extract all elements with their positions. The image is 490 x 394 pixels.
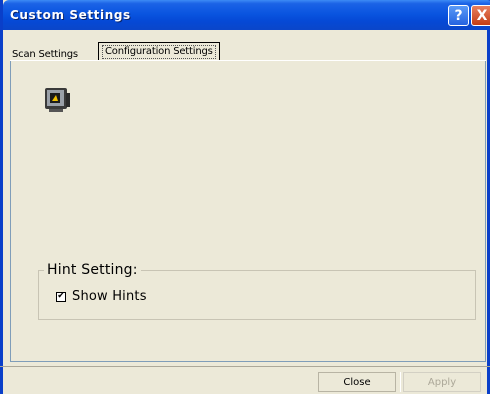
show-hints-checkbox[interactable]: ✔ [56,291,66,302]
tab-configuration-settings-label: Configuration Settings [102,44,216,59]
tab-strip: Scan Settings Configuration Settings [10,40,486,60]
footer-separator [0,366,490,367]
show-hints-label[interactable]: Show Hints [72,289,147,304]
tab-panel-highlight [10,60,486,61]
button-divider [400,372,401,392]
help-button[interactable]: ? [448,5,469,26]
title-bar[interactable]: Custom Settings ? X [3,0,490,30]
close-icon: X [476,7,488,24]
close-button[interactable]: Close [318,372,396,392]
tab-configuration-settings[interactable]: Configuration Settings [98,42,220,60]
window-title: Custom Settings [10,8,131,22]
apply-button[interactable]: Apply [403,372,481,392]
tab-scan-settings-label: Scan Settings [12,48,78,60]
help-icon: ? [454,7,463,24]
check-icon: ✔ [57,291,65,301]
monitor-icon [45,88,70,112]
window-close-button[interactable]: X [471,5,490,26]
hint-setting-title: Hint Setting: [44,262,141,278]
show-hints-row[interactable]: ✔ Show Hints [56,289,147,304]
